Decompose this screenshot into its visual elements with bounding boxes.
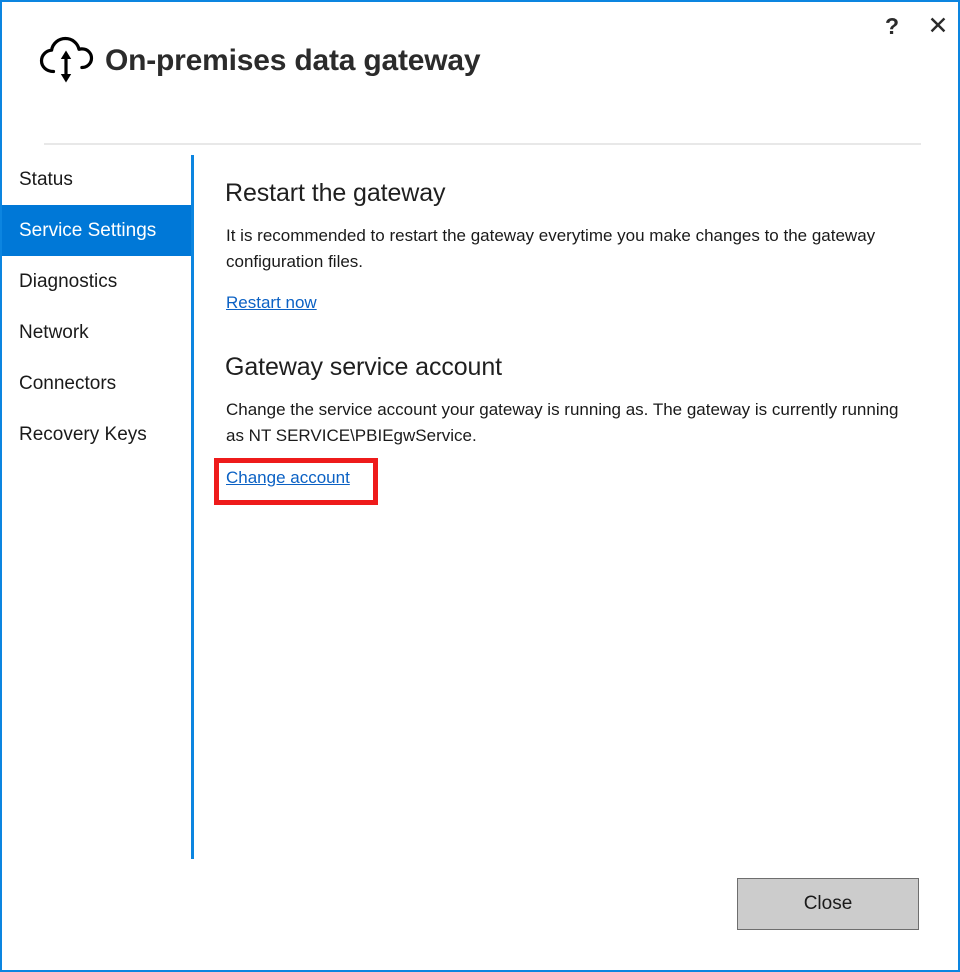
title-bar: On-premises data gateway ? ✕ (2, 2, 958, 140)
help-icon[interactable]: ? (874, 15, 910, 45)
sidebar-nav: Status Service Settings Diagnostics Netw… (2, 154, 191, 460)
sidebar-accent-rail (191, 155, 194, 859)
gateway-service-account-description: Change the service account your gateway … (226, 400, 899, 445)
sidebar-item-status[interactable]: Status (2, 154, 191, 205)
sidebar-item-connectors[interactable]: Connectors (2, 358, 191, 409)
gateway-service-account-heading: Gateway service account (225, 353, 502, 381)
change-account-link[interactable]: Change account (226, 468, 350, 488)
header-divider (44, 143, 921, 145)
restart-gateway-description: It is recommended to restart the gateway… (226, 226, 876, 271)
sidebar-item-recovery-keys[interactable]: Recovery Keys (2, 409, 191, 460)
cloud-up-down-arrow-icon (38, 34, 94, 86)
sidebar-item-diagnostics[interactable]: Diagnostics (2, 256, 191, 307)
gateway-configuration-window: On-premises data gateway ? ✕ Status Serv… (0, 0, 960, 972)
sidebar-item-service-settings[interactable]: Service Settings (2, 205, 191, 256)
sidebar-item-network[interactable]: Network (2, 307, 191, 358)
restart-now-link[interactable]: Restart now (226, 293, 317, 313)
close-icon[interactable]: ✕ (920, 14, 956, 44)
close-button[interactable]: Close (737, 878, 919, 930)
restart-gateway-heading: Restart the gateway (225, 179, 446, 207)
page-title: On-premises data gateway (105, 44, 481, 77)
